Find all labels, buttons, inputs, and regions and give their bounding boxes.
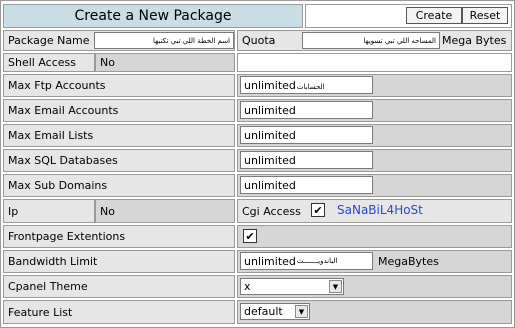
- max-subdomains-input[interactable]: unlimited: [240, 176, 373, 194]
- shell-access-spacer: [237, 53, 512, 72]
- chevron-down-icon[interactable]: ▼: [329, 280, 342, 293]
- cgi-label: Cgi Access: [242, 204, 301, 218]
- frontpage-label: Frontpage Extentions: [3, 225, 235, 248]
- cgi-checkbox[interactable]: ✔: [311, 203, 325, 217]
- max-ftp-note: الحسابات: [296, 83, 325, 91]
- max-lists-input[interactable]: unlimited: [240, 126, 373, 144]
- bandwidth-label: Bandwidth Limit: [3, 250, 235, 273]
- shell-access-label: Shell Access: [3, 53, 95, 72]
- ip-label: Ip: [3, 199, 95, 223]
- bandwidth-unit: MegaBytes: [378, 255, 439, 268]
- header-actions: Create Reset: [305, 4, 512, 28]
- ip-value: No: [95, 199, 235, 223]
- frontpage-cell: [237, 225, 512, 248]
- cpanel-theme-selected: x: [244, 280, 251, 293]
- max-lists-label: Max Email Lists: [3, 124, 235, 147]
- shell-access-value: No: [95, 53, 235, 72]
- max-sql-input[interactable]: unlimited: [240, 151, 373, 169]
- quota-label-text: Quota: [242, 34, 276, 47]
- reset-button[interactable]: Reset: [462, 7, 508, 24]
- package-name-label-text: Package Name: [8, 34, 90, 47]
- cpanel-theme-select[interactable]: x ▼: [240, 278, 344, 295]
- bandwidth-value: unlimited: [244, 254, 296, 268]
- frontpage-checkbox[interactable]: ✔: [243, 229, 257, 243]
- bandwidth-note: الباندويـــــــث: [296, 257, 338, 265]
- feature-list-label: Feature List: [3, 300, 235, 324]
- max-sql-label: Max SQL Databases: [3, 149, 235, 172]
- quota-input[interactable]: المساحه اللي تبي تسويها: [302, 32, 440, 49]
- bandwidth-input[interactable]: unlimited الباندويـــــــث: [240, 252, 373, 270]
- max-email-input[interactable]: unlimited: [240, 101, 373, 119]
- chevron-down-icon[interactable]: ▼: [295, 305, 308, 318]
- cpanel-theme-label: Cpanel Theme: [3, 275, 235, 298]
- quota-unit: Mega Bytes: [442, 34, 507, 47]
- feature-list-selected: default: [244, 305, 283, 318]
- feature-list-select[interactable]: default ▼: [240, 303, 310, 320]
- max-ftp-input[interactable]: unlimited الحسابات: [240, 76, 373, 94]
- brand-watermark: SaNaBiL4HoSt: [337, 203, 423, 217]
- max-ftp-label: Max Ftp Accounts: [3, 74, 235, 97]
- package-name-input[interactable]: اسم الخطة اللي تبي تكتبها: [94, 32, 234, 49]
- create-package-form: Create a New Package Create Reset Packag…: [0, 0, 515, 328]
- create-button[interactable]: Create: [406, 7, 462, 24]
- page-title: Create a New Package: [3, 4, 303, 28]
- max-subdomains-label: Max Sub Domains: [3, 174, 235, 197]
- max-ftp-value: unlimited: [244, 78, 296, 92]
- max-email-label: Max Email Accounts: [3, 99, 235, 122]
